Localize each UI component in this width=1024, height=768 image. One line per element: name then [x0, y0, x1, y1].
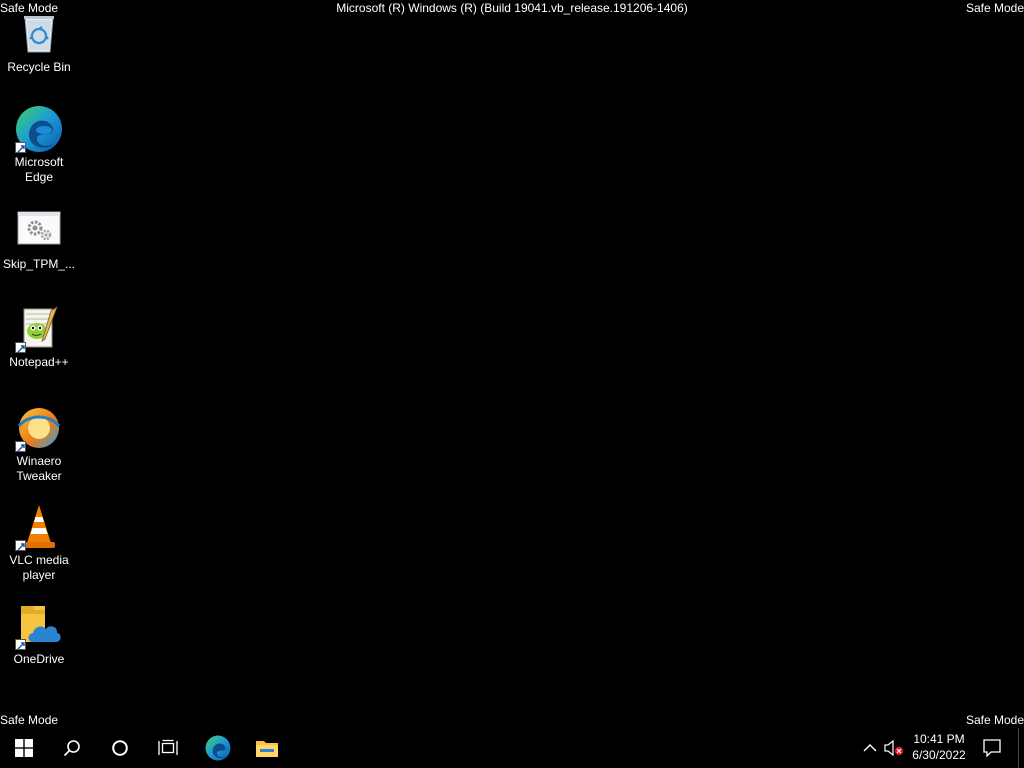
edge-icon [205, 735, 231, 761]
clock-time: 10:41 PM [913, 732, 965, 746]
safe-mode-label-bottom-right: Safe Mode [965, 713, 1024, 727]
vlc-icon [15, 503, 63, 551]
gears-icon [15, 207, 63, 255]
shortcut-arrow-icon [15, 342, 26, 353]
desktop-icon-label: OneDrive [13, 652, 65, 666]
show-desktop-button[interactable] [1018, 728, 1024, 768]
search-button[interactable] [48, 728, 96, 768]
desktop-icon-recycle-bin[interactable]: Recycle Bin [2, 10, 76, 75]
task-view-icon [158, 739, 178, 755]
desktop-icon-microsoft-edge[interactable]: Microsoft Edge [2, 105, 76, 185]
volume-muted-icon [884, 740, 904, 756]
chevron-up-icon [863, 744, 877, 752]
taskbar: 10:41 PM 6/30/2022 [0, 728, 1024, 768]
shortcut-arrow-icon [15, 540, 26, 551]
edge-icon [15, 105, 63, 153]
search-icon [63, 740, 80, 757]
build-watermark: Microsoft (R) Windows (R) (Build 19041.v… [336, 1, 688, 15]
desktop-icon-label: Recycle Bin [7, 60, 71, 74]
shortcut-arrow-icon [15, 142, 26, 153]
desktop-icon-label: Skip_TPM_... [2, 257, 76, 271]
desktop-icon-notepad-plus-plus[interactable]: Notepad++ [2, 305, 76, 370]
show-hidden-icons-button[interactable] [858, 728, 882, 768]
desktop-icon-label: Winaero Tweaker [16, 454, 62, 483]
recycle-bin-icon [15, 10, 63, 58]
volume-button[interactable] [882, 728, 906, 768]
shortcut-arrow-icon [15, 441, 26, 452]
safe-mode-label-bottom-left: Safe Mode [0, 713, 59, 727]
desktop-icon-label: Microsoft Edge [14, 155, 64, 184]
clock[interactable]: 10:41 PM 6/30/2022 [904, 731, 974, 763]
action-center-icon [983, 739, 1001, 757]
action-center-button[interactable] [976, 728, 1008, 768]
desktop-icon-vlc-media-player[interactable]: VLC media player [2, 503, 76, 583]
start-icon [15, 739, 33, 757]
onedrive-icon [15, 602, 63, 650]
clock-date: 6/30/2022 [912, 748, 966, 762]
desktop-icon-label: VLC media player [9, 553, 69, 582]
task-view-button[interactable] [144, 728, 192, 768]
file-explorer-icon [256, 741, 278, 757]
notepad-plus-plus-icon [15, 305, 63, 353]
start-button[interactable] [0, 728, 48, 768]
desktop-icon-winaero-tweaker[interactable]: Winaero Tweaker [2, 404, 76, 484]
cortana-icon [112, 740, 128, 756]
cortana-button[interactable] [96, 728, 144, 768]
desktop-icon-onedrive[interactable]: OneDrive [2, 602, 76, 667]
taskbar-file-explorer-button[interactable] [243, 728, 291, 768]
winaero-tweaker-icon [15, 404, 63, 452]
desktop-icon-skip-tpm[interactable]: Skip_TPM_... [2, 207, 76, 272]
desktop-icon-label: Notepad++ [9, 355, 69, 369]
shortcut-arrow-icon [15, 639, 26, 650]
desktop[interactable]: Safe Mode Microsoft (R) Windows (R) (Bui… [0, 0, 1024, 728]
taskbar-edge-button[interactable] [194, 728, 242, 768]
safe-mode-label-top-right: Safe Mode [965, 1, 1024, 15]
